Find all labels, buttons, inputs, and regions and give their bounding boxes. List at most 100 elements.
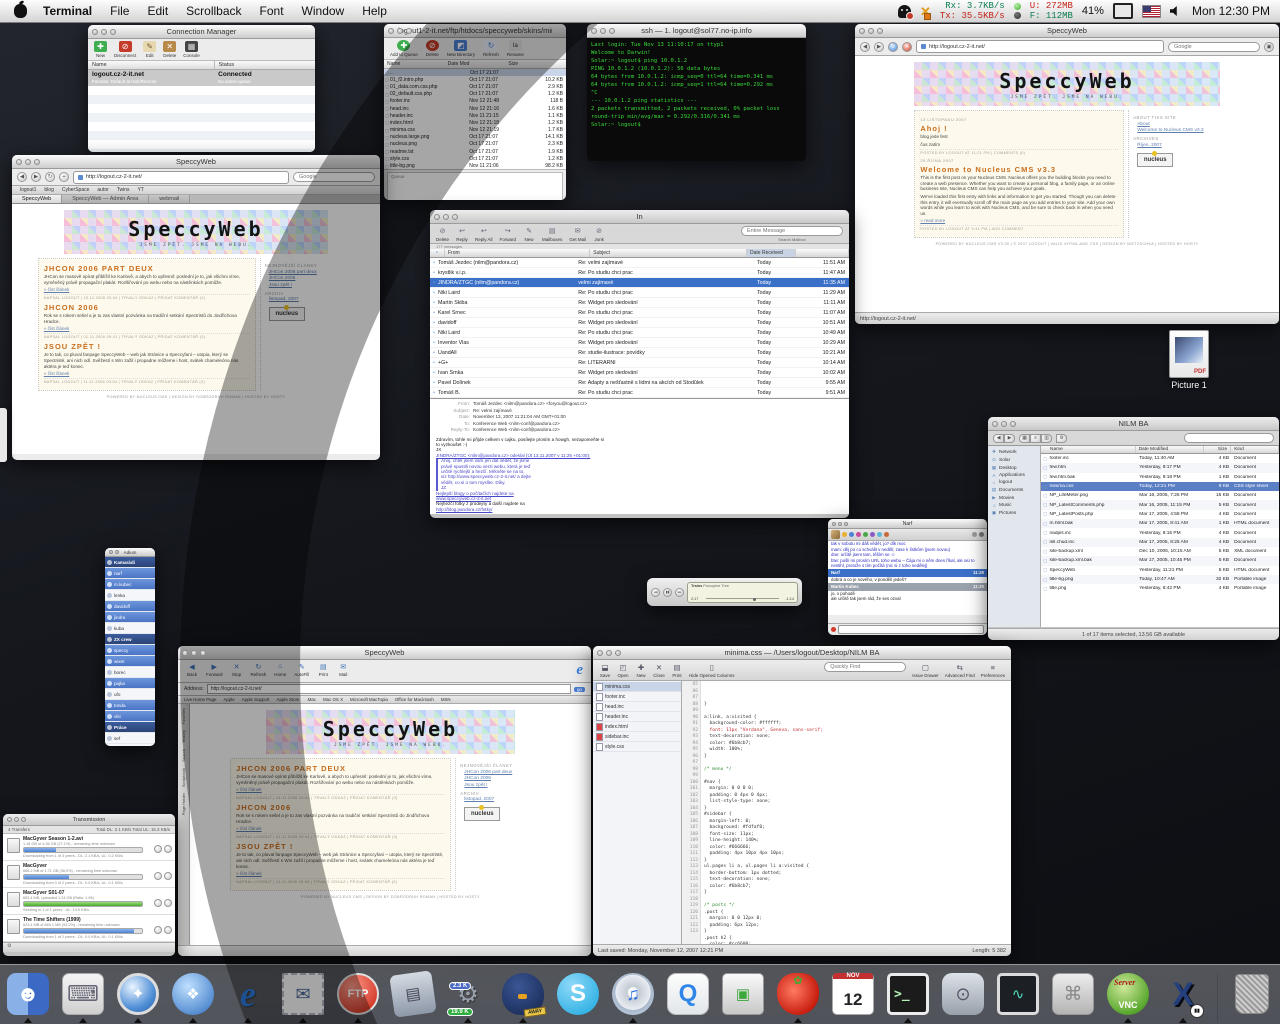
column-header[interactable]: Size <box>505 60 566 68</box>
toolbar-button[interactable]: ✎ New <box>523 226 535 242</box>
read-more-link[interactable]: » číst článek <box>44 326 250 331</box>
dock-icon-terminal[interactable]: >_ <box>885 966 931 1022</box>
toolbar-button[interactable]: ✉ Get Mail <box>569 226 586 242</box>
window-controls[interactable] <box>591 28 615 34</box>
x-pause-status-icon[interactable]: ✕ <box>920 5 931 18</box>
terminal-output[interactable]: Last login: Tue Nov 13 11:10:17 on ttyp1… <box>587 38 806 161</box>
window-adium-chat[interactable]: Narf tak v sobotu mi dáš vědět, jo? dík … <box>828 519 987 635</box>
window-buddy-list[interactable]: Adium Kamarádi narf m.kubec lenka davido… <box>105 548 155 746</box>
toolbar-button[interactable]: ▯ Hide Opened Columns <box>689 662 735 678</box>
open-file-item[interactable]: minima.css <box>593 682 681 692</box>
dock-icon-disk-utility[interactable]: ⊙ <box>940 966 986 1022</box>
toolbar-button[interactable]: ✕ Stop <box>231 662 243 677</box>
window-controls[interactable] <box>859 28 883 34</box>
file-row[interactable]: ▢ title-bg.png Today, 10:47 AM 32 KB Por… <box>1041 575 1279 584</box>
displays-menu-icon[interactable] <box>1113 3 1133 19</box>
dock-icon-globe-browser[interactable]: ❖ <box>170 966 216 1022</box>
message-row[interactable]: • krystlik v.i.p. Re: Po studiu chci pra… <box>430 268 849 278</box>
column-header[interactable]: Name <box>384 60 445 68</box>
apple-menu-icon[interactable] <box>14 4 27 18</box>
toolbar-button[interactable]: ✎ Edit <box>143 41 156 58</box>
dock-icon-finder[interactable]: ☻ <box>5 966 51 1022</box>
window-controls[interactable] <box>92 29 116 35</box>
message-row[interactable]: • Martin Skiba Re: Widget pro sledování … <box>430 298 849 308</box>
sidebar-link[interactable]: Welcome to Nucleus CMS v3.3 <box>1137 128 1215 133</box>
favorite-item[interactable]: Apple Support <box>242 697 270 702</box>
window-controls[interactable] <box>832 522 848 526</box>
chat-message[interactable]: jo, v pohodě <box>828 591 987 597</box>
contact-row[interactable]: narf <box>105 568 155 579</box>
toolbar-button[interactable]: ↻ Refresh <box>483 40 499 57</box>
toolbar-button[interactable]: ▦ Console <box>183 41 200 58</box>
volume-icon[interactable] <box>1170 6 1181 16</box>
toolbar-button[interactable]: ✎ AutoFill <box>294 662 309 677</box>
reload-button[interactable]: ↻ <box>45 172 55 182</box>
file-row[interactable]: ▢ nill.chud.inc Mar 17, 2005, 8:25 AM 4 … <box>1041 538 1279 547</box>
post-title[interactable]: JSOU ZPĚT ! <box>236 842 445 851</box>
message-input-field[interactable] <box>838 625 984 634</box>
toolbar-button[interactable]: ↩ Reply <box>456 226 468 242</box>
dock-icon-eyetv[interactable]: ▣ <box>720 966 766 1022</box>
chat-tool-icon[interactable] <box>972 532 977 537</box>
memory-meter[interactable]: U: 272MB F: 112MB <box>1030 1 1073 21</box>
browser-tab[interactable]: webmail <box>149 195 190 203</box>
file-row[interactable]: ▢ NP_LifeMeter.png Mar 16, 2005, 7:25 PM… <box>1041 491 1279 500</box>
menu-item[interactable]: Edit <box>147 4 168 18</box>
message-row[interactable]: • Niki Laird Re: Po studiu chci prac Tod… <box>430 288 849 298</box>
transfer-row[interactable]: The Time Shifters (1999) 623.4 MB of 669… <box>3 915 175 942</box>
window-finder[interactable]: NILM BA ◀▶ ▦≡▥ ⚙ ❖ Network ⊙ Solar ▦ Des… <box>988 417 1279 640</box>
favorite-item[interactable]: MSN <box>441 697 451 702</box>
dock-icon-keyboard-app[interactable]: ⌨ <box>60 966 106 1022</box>
file-row[interactable]: ▢ index.html Nov 12 21:18 1.2 KB <box>384 119 566 126</box>
file-row[interactable]: ▢ site-backup.xml Dec 10, 2006, 10:15 AM… <box>1041 547 1279 556</box>
dock-icon-vnc-server[interactable]: Server VNC <box>1105 966 1151 1022</box>
pause-button[interactable]: ▮▮ <box>663 588 672 597</box>
menu-item[interactable]: Help <box>362 4 387 18</box>
address-bar[interactable]: http://logout.cz-2-it.net/ <box>916 40 1164 53</box>
next-track-button[interactable]: ▸▸ <box>675 588 684 597</box>
open-file-item[interactable]: index.html <box>593 722 681 732</box>
toolbar-button[interactable]: ▶ Forward <box>206 662 223 677</box>
sidebar-link[interactable]: Jsou zpět ! <box>269 283 350 288</box>
sidebar-link[interactable]: About <box>1137 122 1215 127</box>
favorite-item[interactable]: Apple Store <box>277 697 300 702</box>
contact-row[interactable]: sef <box>105 733 155 744</box>
menu-item[interactable]: File <box>110 4 129 18</box>
code-area[interactable]: } a:link, a:visited { background-color: … <box>701 681 1011 951</box>
network-meter[interactable]: Rx: 3.7KB/s Tx: 35.5KB/s <box>940 1 1005 21</box>
file-row[interactable]: ▢ minima.css Today, 12:21 PM 8 KB CSS st… <box>1041 482 1279 491</box>
file-row[interactable]: ▢ minima.css Nov 12 21:19 1.7 KB <box>384 127 566 134</box>
add-bookmark-button[interactable]: + <box>59 172 69 182</box>
nucleus-badge[interactable]: nucleus <box>464 807 500 821</box>
file-row[interactable]: ▢ nucleus.png Oct 17 21:07 2.3 KB <box>384 141 566 148</box>
ghost-status-icon[interactable] <box>898 5 911 18</box>
window-internet-explorer[interactable]: SpeccyWeb ◀ Back ▶ Forward ✕ Stop ↻ Refr… <box>178 646 591 956</box>
bug-report-button[interactable]: ▣ <box>1264 42 1274 52</box>
toolbar-button[interactable]: ▤ Print <box>317 662 329 677</box>
dock-icon-itunes[interactable]: ♫ <box>610 966 656 1022</box>
message-row[interactable]: • davidoff Re: Widget pro sledování Toda… <box>430 318 849 328</box>
go-button[interactable]: go <box>574 687 585 692</box>
titlebar[interactable]: Connection Manager <box>88 25 315 39</box>
sidebar-link[interactable]: JHCon 2006 <box>269 276 350 281</box>
sidebar-item[interactable]: ▦ Desktop <box>988 464 1040 472</box>
app-menu-terminal[interactable]: Terminal <box>43 4 92 18</box>
message-row[interactable]: • Tomáš Jezdec (nilm@pandora.cz) Re: vel… <box>430 258 849 268</box>
contact-row[interactable]: viki <box>105 711 155 722</box>
sidebar-item[interactable]: ❖ Network <box>988 448 1040 456</box>
toolbar-button[interactable]: Ia Rename <box>507 40 524 57</box>
buddy-avatar[interactable] <box>831 530 840 539</box>
nucleus-badge[interactable]: nucleus <box>269 307 305 321</box>
contact-row[interactable]: hr <box>105 744 155 746</box>
toolbar-button[interactable]: ◩ New Directory <box>447 40 475 57</box>
window-ftp-client[interactable]: logout1-2-it.net/ftp/htdocs/speccyweb/sk… <box>384 24 566 200</box>
message-row[interactable]: • Ivan Srnka Re: Widget pro sledování To… <box>430 368 849 378</box>
file-row[interactable]: ▢ few.htm Yesterday, 9:17 PM 4 KB Docume… <box>1041 463 1279 472</box>
previous-track-button[interactable]: ◂◂ <box>651 588 660 597</box>
col-kind[interactable]: Kind <box>1231 446 1279 453</box>
toolbar-button[interactable]: ✚ New <box>94 41 107 58</box>
open-file-item[interactable]: style.css <box>593 742 681 752</box>
toolbar-button[interactable]: ⊘ Delete <box>436 226 449 242</box>
offscreen-window-edge[interactable] <box>0 408 7 462</box>
address-bar[interactable]: http://logout.cz-2-it.net/ <box>73 171 289 184</box>
